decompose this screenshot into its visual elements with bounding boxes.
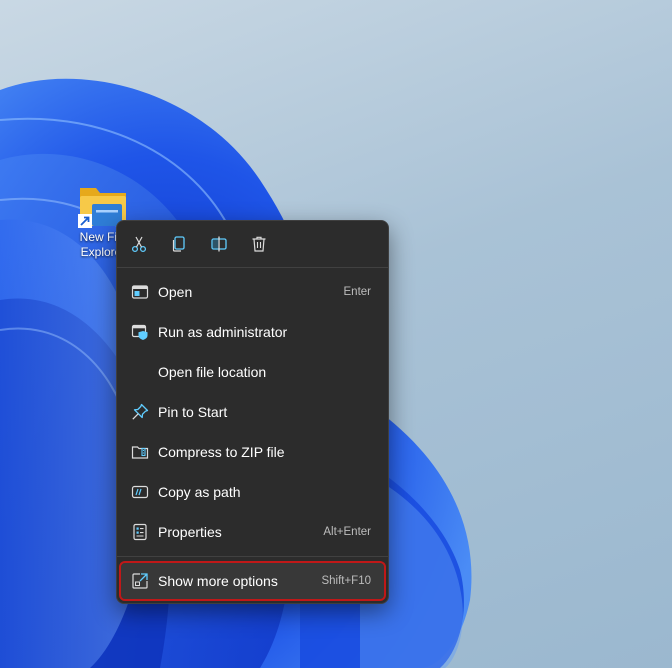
menu-item-run-as-administrator[interactable]: Run as administrator (121, 314, 384, 350)
copy-path-icon (131, 485, 149, 499)
cut-button[interactable] (125, 230, 153, 258)
rename-icon (211, 236, 227, 252)
menu-item-label: Open file location (158, 364, 267, 380)
menu-item-copy-as-path[interactable]: Copy as path (121, 474, 384, 510)
zip-icon (131, 446, 149, 459)
menu-item-label: Open (158, 284, 193, 300)
context-menu-toolbar (117, 221, 388, 267)
desktop: New File Explorer (0, 0, 672, 668)
menu-item-open-file-location[interactable]: Open file location (121, 354, 384, 390)
menu-item-compress-to-zip[interactable]: Compress to ZIP file (121, 434, 384, 470)
scissors-icon (131, 236, 147, 253)
copy-icon (172, 236, 185, 252)
menu-item-shortcut: Enter (343, 286, 372, 298)
menu-item-label: Copy as path (158, 484, 241, 500)
trash-icon (252, 236, 266, 252)
menu-item-label: Properties (158, 524, 222, 540)
menu-item-label: Pin to Start (158, 404, 228, 420)
more-options-icon (132, 573, 148, 589)
rename-button[interactable] (205, 230, 233, 258)
copy-button[interactable] (165, 230, 193, 258)
pin-icon (132, 403, 149, 420)
menu-item-open[interactable]: Open Enter (121, 274, 384, 310)
menu-item-label: Compress to ZIP file (158, 444, 285, 460)
delete-button[interactable] (245, 230, 273, 258)
menu-item-label: Show more options (158, 573, 278, 589)
shield-icon (131, 324, 148, 340)
menu-separator (117, 267, 388, 268)
menu-item-shortcut: Alt+Enter (323, 526, 371, 538)
menu-separator (117, 556, 388, 557)
menu-item-label: Run as administrator (158, 324, 288, 340)
properties-icon (133, 523, 147, 541)
context-menu: Open Enter Run as administrator Open fil… (116, 220, 389, 604)
menu-item-show-more-options[interactable]: Show more options Shift+F10 (119, 561, 386, 601)
menu-item-pin-to-start[interactable]: Pin to Start (121, 394, 384, 430)
menu-item-shortcut: Shift+F10 (321, 575, 371, 587)
menu-item-properties[interactable]: Properties Alt+Enter (121, 514, 384, 550)
open-window-icon (131, 285, 149, 299)
